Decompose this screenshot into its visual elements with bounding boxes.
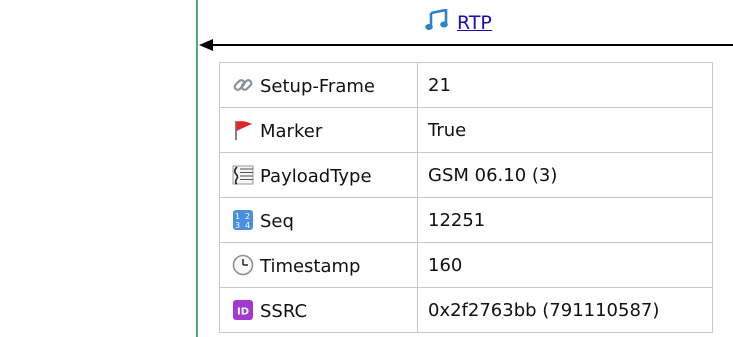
message-arrow bbox=[199, 39, 733, 51]
table-row: Setup-Frame 21 bbox=[219, 62, 713, 108]
rtp-protocol-label[interactable]: RTP bbox=[457, 12, 492, 34]
field-name: Seq bbox=[260, 210, 294, 232]
field-value: 0x2f2763bb (791110587) bbox=[417, 287, 713, 333]
rtp-details-table: Setup-Frame 21 Marker True PayloadType G… bbox=[219, 62, 713, 333]
svg-text:4: 4 bbox=[245, 221, 250, 230]
field-value: GSM 06.10 (3) bbox=[417, 152, 713, 198]
id-badge-icon: ID bbox=[232, 299, 254, 321]
svg-text:1: 1 bbox=[235, 212, 240, 221]
field-value: 21 bbox=[417, 62, 713, 108]
field-name-cell: Setup-Frame bbox=[219, 62, 418, 108]
number-keypad-icon: 1 2 3 4 bbox=[232, 209, 254, 231]
red-flag-icon bbox=[232, 119, 254, 141]
field-name: Timestamp bbox=[260, 255, 361, 277]
clock-icon bbox=[232, 254, 254, 276]
svg-text:ID: ID bbox=[237, 306, 249, 317]
field-name-cell: PayloadType bbox=[219, 152, 418, 198]
table-row: ID SSRC 0x2f2763bb (791110587) bbox=[219, 287, 713, 333]
table-row: PayloadType GSM 06.10 (3) bbox=[219, 152, 713, 198]
table-row: Marker True bbox=[219, 107, 713, 153]
field-name: PayloadType bbox=[260, 165, 372, 187]
field-value: 12251 bbox=[417, 197, 713, 243]
field-name: Marker bbox=[260, 120, 323, 142]
sheet-music-icon bbox=[232, 164, 254, 186]
field-name-cell: Timestamp bbox=[219, 242, 418, 288]
svg-text:2: 2 bbox=[245, 212, 250, 221]
link-icon bbox=[232, 74, 254, 96]
field-name-cell: 1 2 3 4 Seq bbox=[219, 197, 418, 243]
field-name: Setup-Frame bbox=[260, 75, 375, 97]
table-row: Timestamp 160 bbox=[219, 242, 713, 288]
table-row: 1 2 3 4 Seq 12251 bbox=[219, 197, 713, 243]
svg-text:3: 3 bbox=[235, 221, 240, 230]
music-note-icon bbox=[425, 8, 449, 39]
field-value: 160 bbox=[417, 242, 713, 288]
rtp-protocol-link[interactable]: RTP bbox=[425, 8, 492, 39]
sequence-lifeline bbox=[196, 0, 198, 337]
field-name-cell: Marker bbox=[219, 107, 418, 153]
field-name-cell: ID SSRC bbox=[219, 287, 418, 333]
field-value: True bbox=[417, 107, 713, 153]
field-name: SSRC bbox=[260, 300, 308, 322]
